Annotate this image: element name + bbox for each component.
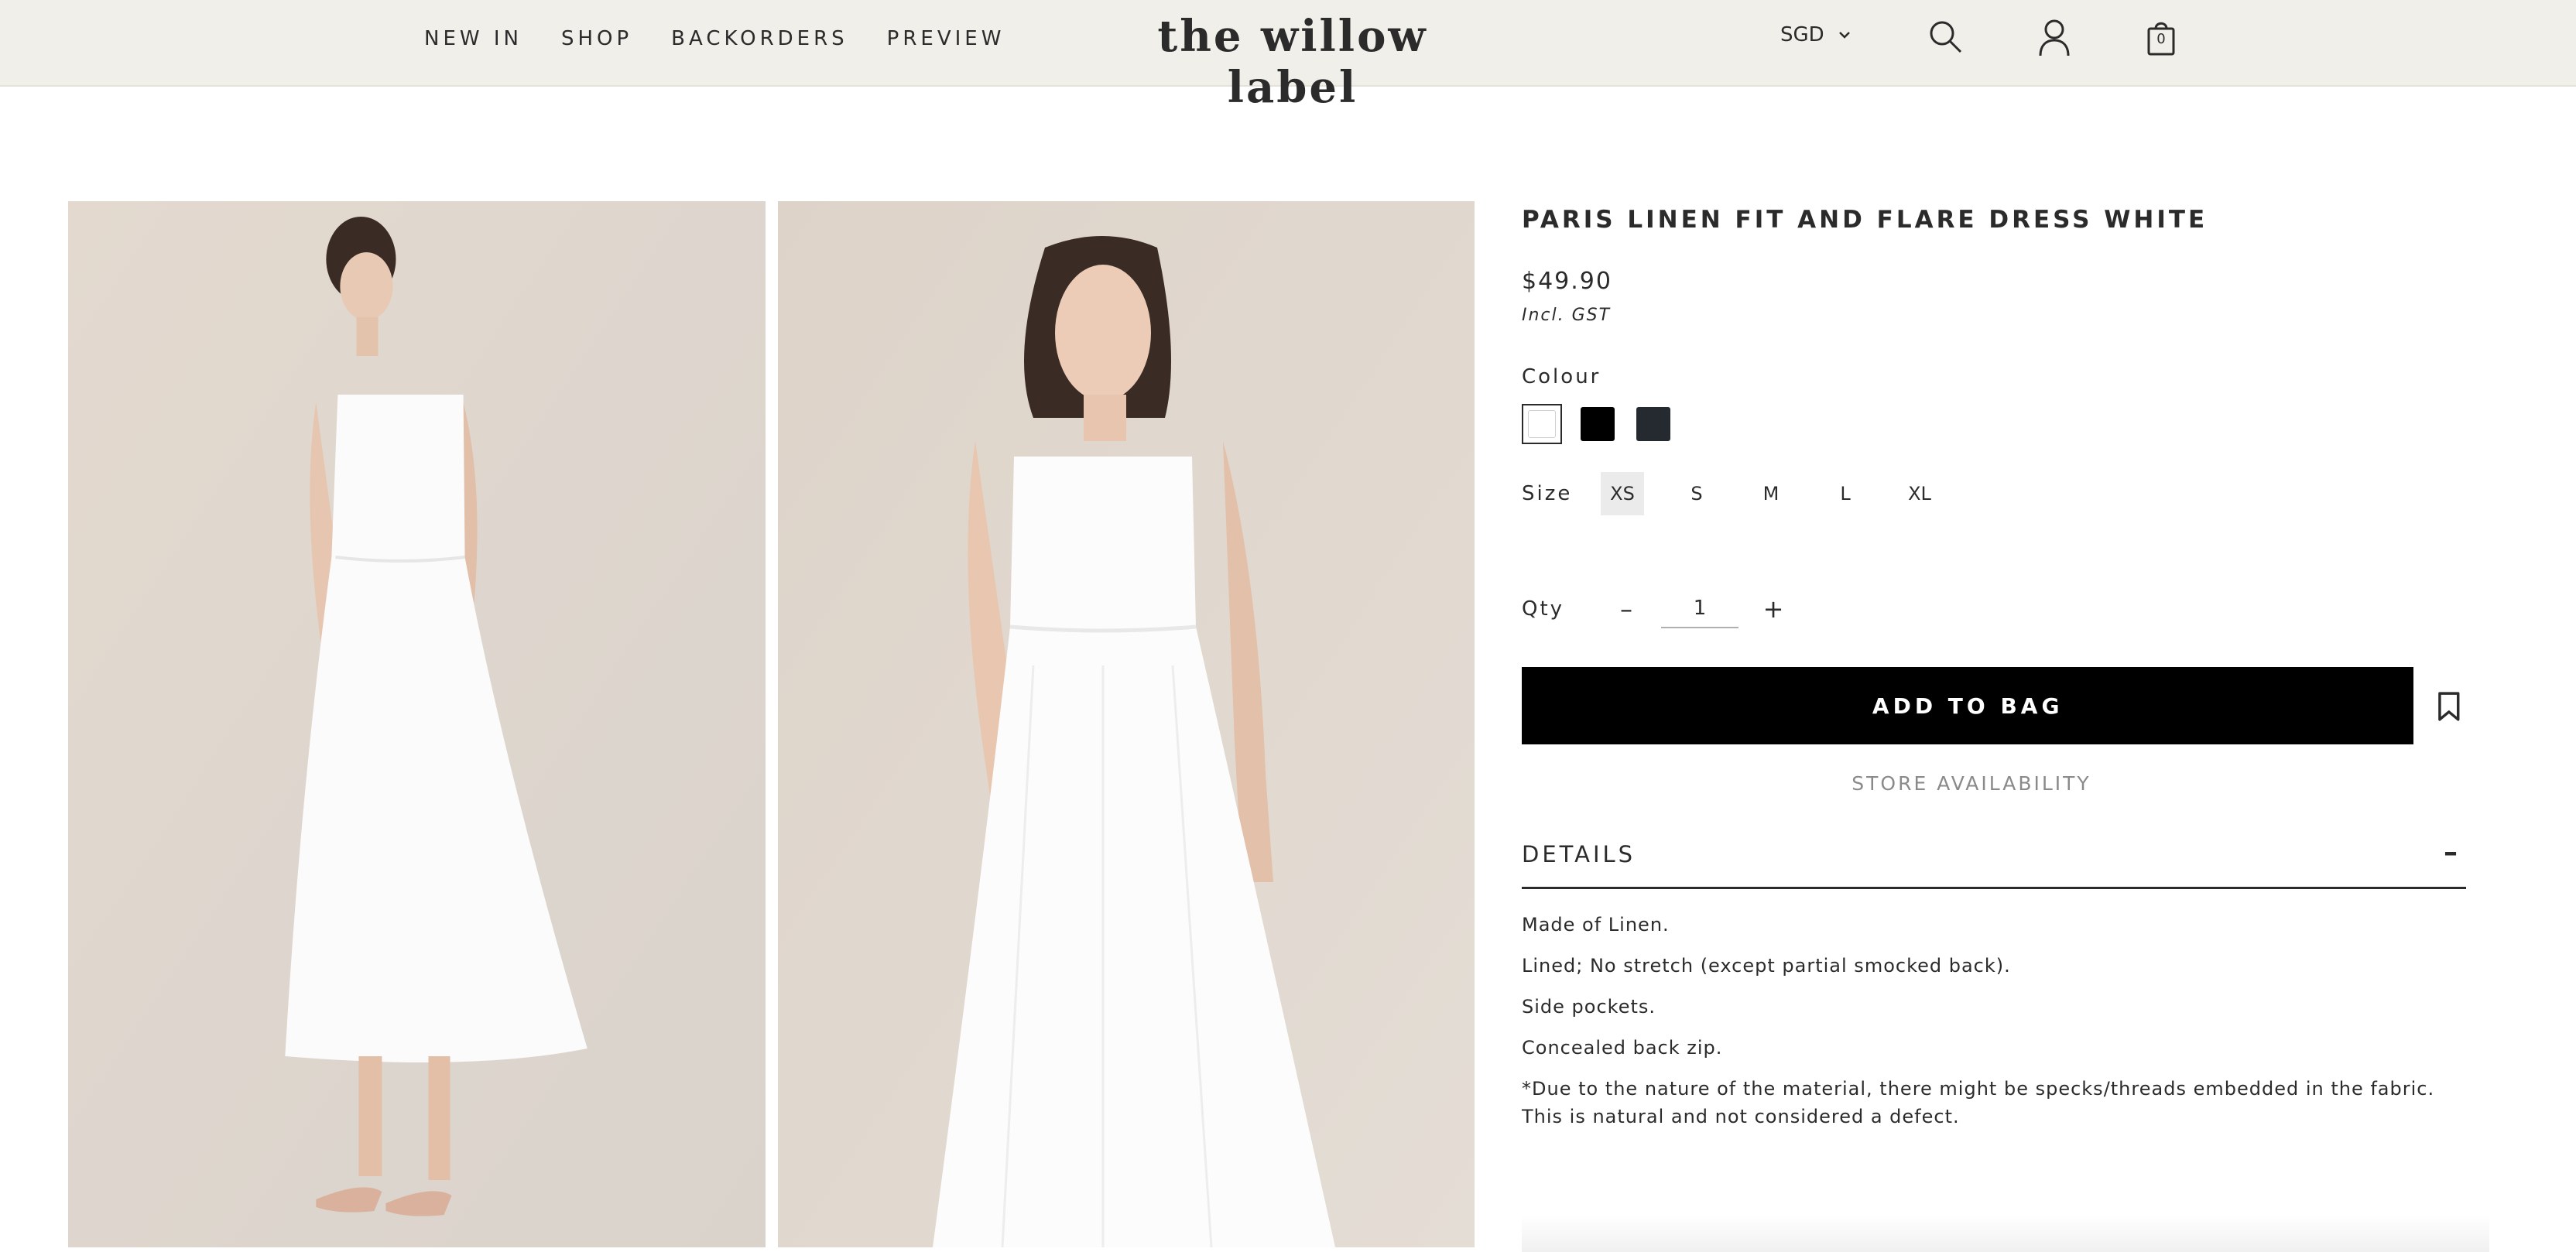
swatch-fill bbox=[1528, 410, 1556, 438]
shopping-bag-icon[interactable]: 0 bbox=[2141, 17, 2181, 57]
account-icon[interactable] bbox=[2034, 17, 2074, 57]
nav-backorders[interactable]: BACKORDERS bbox=[671, 27, 848, 50]
add-to-bag-button[interactable]: ADD TO BAG bbox=[1522, 667, 2414, 744]
main-nav: NEW IN SHOP BACKORDERS PREVIEW bbox=[424, 0, 1005, 77]
details-accordion-header[interactable]: DETAILS – bbox=[1522, 839, 2466, 889]
swatch-fill bbox=[1581, 407, 1615, 441]
size-option-xl[interactable]: XL bbox=[1898, 472, 1941, 515]
product-image-1[interactable] bbox=[68, 201, 766, 1247]
details-content: Made of Linen. Lined; No stretch (except… bbox=[1522, 911, 2466, 1131]
colour-swatches bbox=[1522, 404, 2466, 444]
colour-swatch-white[interactable] bbox=[1522, 404, 1562, 444]
size-option-m[interactable]: M bbox=[1749, 472, 1793, 515]
nav-new-in[interactable]: NEW IN bbox=[424, 27, 522, 50]
swatch-fill bbox=[1636, 407, 1670, 441]
detail-line: Side pockets. bbox=[1522, 996, 1656, 1018]
collapse-icon[interactable]: – bbox=[2435, 839, 2466, 867]
scroll-fade bbox=[1522, 1215, 2489, 1252]
qty-input[interactable]: 1 bbox=[1661, 590, 1738, 628]
detail-line: *Due to the nature of the material, ther… bbox=[1522, 1078, 2435, 1127]
product-image-2[interactable] bbox=[778, 201, 1475, 1247]
detail-line: Lined; No stretch (except partial smocke… bbox=[1522, 955, 2011, 977]
site-header: NEW IN SHOP BACKORDERS PREVIEW the willo… bbox=[0, 0, 2576, 113]
tax-note: Incl. GST bbox=[1522, 306, 1612, 325]
detail-line: Concealed back zip. bbox=[1522, 1037, 1723, 1059]
size-label: Size bbox=[1522, 482, 1573, 505]
qty-increase-button[interactable]: + bbox=[1754, 590, 1793, 628]
colour-swatch-black[interactable] bbox=[1577, 404, 1618, 444]
qty-label: Qty bbox=[1522, 597, 1565, 621]
cart-actions: ADD TO BAG bbox=[1522, 667, 2466, 744]
size-option-l[interactable]: L bbox=[1824, 472, 1867, 515]
brand-logo[interactable]: the willow label bbox=[1107, 11, 1478, 113]
currency-value: SGD bbox=[1780, 23, 1824, 46]
product-info: PARIS LINEN FIT AND FLARE DRESS WHITE $4… bbox=[1522, 201, 2466, 1144]
nav-preview[interactable]: PREVIEW bbox=[887, 27, 1005, 50]
quantity-stepper: Qty – 1 + bbox=[1522, 590, 2466, 628]
colour-swatch-charcoal[interactable] bbox=[1633, 404, 1673, 444]
qty-decrease-button[interactable]: – bbox=[1607, 590, 1646, 628]
colour-label: Colour bbox=[1522, 365, 1601, 388]
detail-line: Made of Linen. bbox=[1522, 914, 1670, 936]
size-selector: Size XS S M L XL bbox=[1522, 472, 2466, 515]
bookmark-icon[interactable] bbox=[2432, 689, 2466, 723]
size-option-s[interactable]: S bbox=[1675, 472, 1718, 515]
bag-count: 0 bbox=[2156, 31, 2166, 47]
nav-shop[interactable]: SHOP bbox=[561, 27, 632, 50]
details-heading: DETAILS bbox=[1522, 841, 1636, 867]
size-options: XS S M L XL bbox=[1601, 472, 1941, 515]
currency-selector[interactable]: SGD bbox=[1780, 23, 1852, 46]
chevron-down-icon bbox=[1838, 32, 1850, 39]
product-title: PARIS LINEN FIT AND FLARE DRESS WHITE bbox=[1522, 206, 2208, 234]
size-option-xs[interactable]: XS bbox=[1601, 472, 1644, 515]
search-icon[interactable] bbox=[1926, 17, 1966, 57]
store-availability-link[interactable]: STORE AVAILABILITY bbox=[1522, 772, 2421, 795]
product-price: $49.90 bbox=[1522, 268, 1612, 295]
